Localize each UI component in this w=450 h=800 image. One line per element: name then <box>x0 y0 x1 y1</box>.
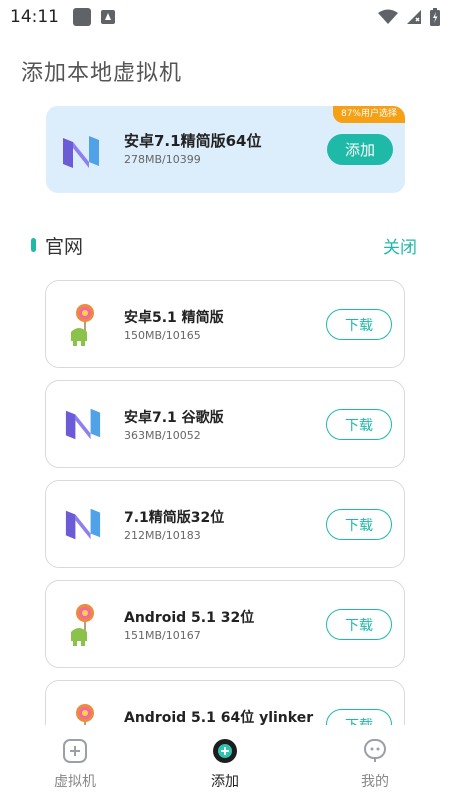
vm-meta: 151MB/10167 <box>124 629 201 642</box>
download-button[interactable]: 下载 <box>326 409 392 440</box>
nougat-icon <box>60 401 106 447</box>
vm-name: 安卓7.1 谷歌版 <box>124 410 224 426</box>
vm-name: Android 5.1 64位 ylinker <box>124 710 314 725</box>
vm-list-item[interactable]: 安卓5.1 精简版 150MB/10165 下载 <box>45 280 405 368</box>
lollipop-android-icon <box>60 601 106 647</box>
nav-label: 虚拟机 <box>54 774 96 790</box>
download-button[interactable]: 下载 <box>326 309 392 340</box>
section-marker <box>31 238 36 252</box>
close-link[interactable]: 关闭 <box>383 233 417 258</box>
featured-vm-name: 安卓7.1精简版64位 <box>124 132 262 150</box>
nougat-icon <box>60 501 106 547</box>
nav-label: 我的 <box>361 774 389 790</box>
featured-vm-meta: 278MB/10399 <box>124 153 201 166</box>
vm-meta: 150MB/10165 <box>124 329 201 342</box>
download-button[interactable]: 下载 <box>326 609 392 640</box>
add-icon <box>211 737 239 765</box>
vm-list[interactable]: 安卓5.1 精简版 150MB/10165 下载 安卓7.1 谷歌版 363MB… <box>0 270 450 725</box>
profile-icon <box>361 737 389 765</box>
nav-label: 添加 <box>211 774 239 790</box>
vm-list-item[interactable]: Android 5.1 64位 ylinker 下载 <box>45 680 405 725</box>
lollipop-android-icon <box>60 701 106 725</box>
section-header: 官网 关闭 <box>31 230 417 260</box>
signal-icon <box>407 10 421 24</box>
vm-name: Android 5.1 32位 <box>124 610 255 626</box>
nav-item-add[interactable]: 添加 <box>150 725 300 800</box>
bottom-nav: 虚拟机 添加 我的 <box>0 725 450 800</box>
featured-vm-card[interactable]: 87%用户选择 安卓7.1精简版64位 278MB/10399 添加 <box>46 106 405 193</box>
page-title: 添加本地虚拟机 <box>21 61 183 86</box>
virtual-machine-icon <box>61 737 89 765</box>
vm-name: 7.1精简版32位 <box>124 510 225 526</box>
a-notification-icon <box>101 10 115 24</box>
vm-name: 安卓5.1 精简版 <box>124 310 224 326</box>
popularity-badge: 87%用户选择 <box>332 106 405 123</box>
wifi-icon <box>378 9 398 24</box>
vm-list-item[interactable]: 7.1精简版32位 212MB/10183 下载 <box>45 480 405 568</box>
lollipop-android-icon <box>60 301 106 347</box>
vm-meta: 212MB/10183 <box>124 529 201 542</box>
vm-list-item[interactable]: Android 5.1 32位 151MB/10167 下载 <box>45 580 405 668</box>
app-notification-icon <box>73 8 91 26</box>
vm-list-item[interactable]: 安卓7.1 谷歌版 363MB/10052 下载 <box>45 380 405 468</box>
nougat-icon <box>63 136 99 168</box>
nav-item-virtual-machine[interactable]: 虚拟机 <box>0 725 150 800</box>
section-title: 官网 <box>45 235 84 258</box>
add-button[interactable]: 添加 <box>327 134 393 165</box>
battery-icon <box>430 8 440 26</box>
download-button[interactable]: 下载 <box>326 709 392 725</box>
nav-item-profile[interactable]: 我的 <box>300 725 450 800</box>
system-icons <box>378 8 440 26</box>
status-bar: 14:11 <box>0 0 450 34</box>
notification-icons <box>73 8 115 26</box>
download-button[interactable]: 下载 <box>326 509 392 540</box>
status-time: 14:11 <box>10 7 59 27</box>
vm-meta: 363MB/10052 <box>124 429 201 442</box>
